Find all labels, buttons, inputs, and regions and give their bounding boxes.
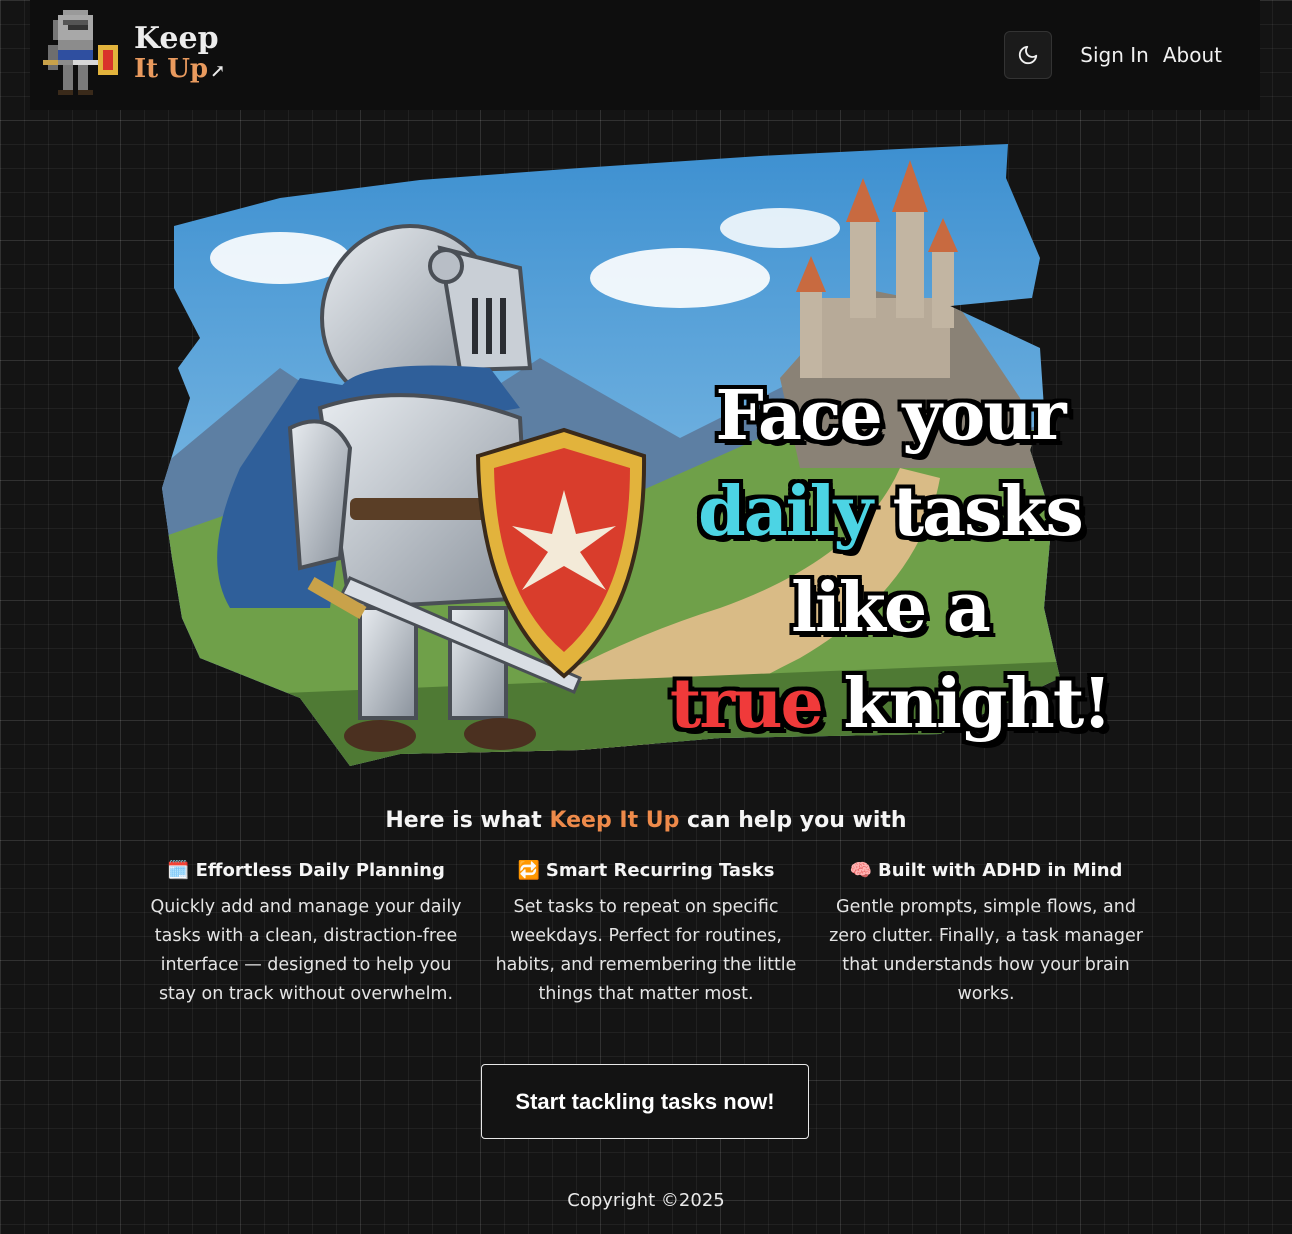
nav-about-link[interactable]: About	[1163, 43, 1222, 67]
brand-name-line2: It Up	[134, 53, 209, 84]
start-tasks-button[interactable]: Start tackling tasks now!	[481, 1064, 809, 1139]
hero-section: Face your daily tasks like a true knight…	[160, 138, 1152, 770]
pixel-knight-logo-icon	[43, 10, 118, 95]
theme-toggle-button[interactable]	[1004, 31, 1053, 79]
headline-row-4-rest: knight!	[843, 664, 1113, 744]
top-navbar: Keep It Up ↗ Sign In About	[30, 0, 1260, 110]
feature-title: Effortless Daily Planning	[195, 860, 445, 881]
arrow-up-right-icon: ↗	[210, 60, 226, 82]
features-title: Here is what Keep It Up can help you wit…	[0, 808, 1292, 833]
footer-copyright: Copyright ©2025	[567, 1190, 725, 1211]
headline-highlight-true: true	[669, 664, 824, 744]
brand-name-line1: Keep	[134, 20, 219, 56]
headline-row-1: Face your	[715, 376, 1066, 456]
headline-highlight-daily: daily	[698, 472, 873, 552]
main-nav: Sign In About	[1004, 31, 1222, 79]
repeat-icon: 🔁	[517, 860, 540, 881]
feature-title: Smart Recurring Tasks	[545, 860, 775, 881]
features-list: 🗓️ Effortless Daily Planning Quickly add …	[136, 860, 1156, 1009]
feature-card-recurring-tasks: 🔁 Smart Recurring Tasks Set tasks to repe…	[476, 860, 816, 1009]
features-title-brand: Keep It Up	[549, 808, 680, 833]
features-title-after: can help you with	[687, 808, 907, 833]
features-title-before: Here is what	[385, 808, 542, 833]
moon-icon	[1019, 45, 1038, 65]
feature-card-adhd: 🧠 Built with ADHD in Mind Gentle prompts,…	[816, 860, 1156, 1009]
brain-icon: 🧠	[849, 860, 872, 881]
calendar-icon: 🗓️	[167, 860, 190, 881]
headline-row-3: like a	[791, 568, 991, 648]
nav-sign-in-link[interactable]: Sign In	[1080, 43, 1149, 67]
brand-logo-link[interactable]: Keep It Up ↗	[42, 10, 225, 100]
hero-headline: Face your daily tasks like a true knight…	[630, 368, 1150, 752]
feature-title: Built with ADHD in Mind	[878, 860, 1123, 881]
feature-description: Gentle prompts, simple flows, and zero c…	[829, 897, 1143, 1004]
headline-row-2-rest: tasks	[892, 472, 1084, 552]
feature-description: Set tasks to repeat on specific weekdays…	[495, 897, 797, 1004]
feature-description: Quickly add and manage your daily tasks …	[150, 897, 462, 1004]
feature-card-daily-planning: 🗓️ Effortless Daily Planning Quickly add …	[136, 860, 476, 1009]
